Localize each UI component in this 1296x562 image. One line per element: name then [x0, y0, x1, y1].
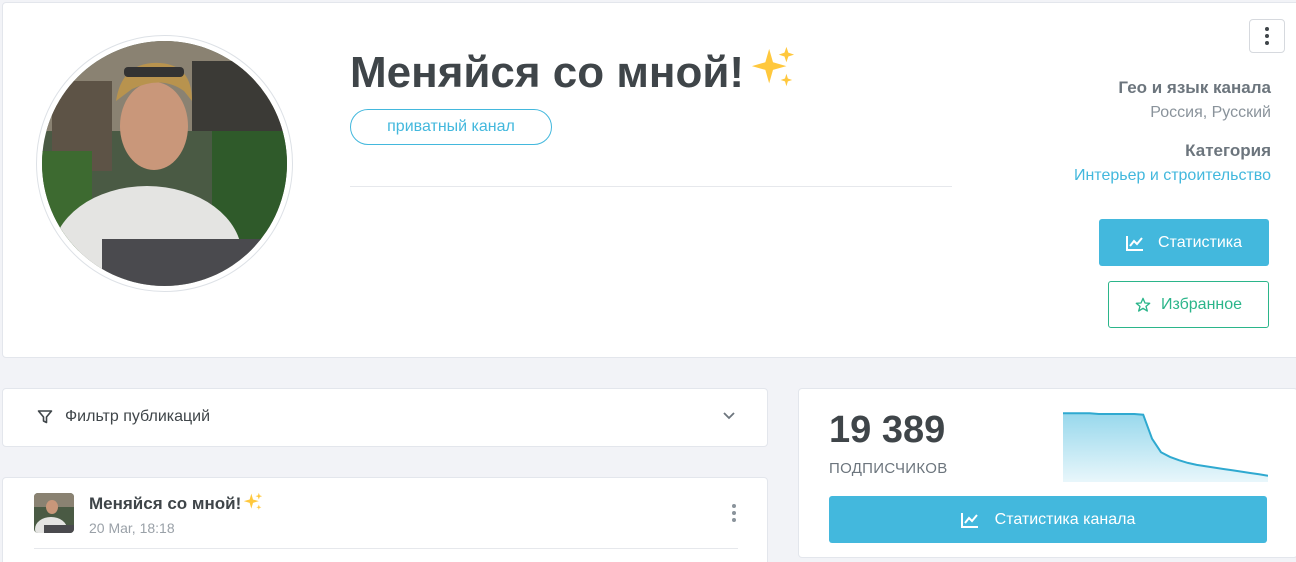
post-date: 20 Mar, 18:18	[89, 520, 175, 536]
category-link[interactable]: Интерьер и строительство	[1074, 167, 1271, 185]
divider	[34, 548, 738, 549]
publication-filter[interactable]: Фильтр публикаций	[2, 388, 768, 447]
chart-line-icon	[1125, 235, 1143, 251]
chart-line-icon	[960, 512, 978, 528]
divider	[350, 186, 952, 187]
post-title-text: Меняйся со мной!	[89, 494, 242, 513]
channel-title-text: Меняйся со мной!	[350, 48, 745, 97]
favorite-button-label: Избранное	[1160, 295, 1243, 313]
chevron-down-icon[interactable]	[721, 407, 737, 423]
channel-header-card: Меняйся со мной! приватный канал Гео и я…	[2, 2, 1296, 358]
star-icon	[1135, 297, 1151, 312]
geo-label: Гео и язык канала	[1118, 78, 1271, 97]
channel-menu-button[interactable]	[1249, 19, 1285, 53]
statistics-button-label: Статистика	[1157, 233, 1243, 251]
subscribers-sparkline	[1063, 412, 1268, 482]
post-title[interactable]: Меняйся со мной!	[89, 492, 263, 514]
geo-section: Гео и язык канала Россия, Русский	[1118, 78, 1271, 122]
channel-statistics-label: Статистика канала	[994, 510, 1136, 528]
sparkles-icon	[244, 492, 263, 510]
post-card: Меняйся со мной! 20 Mar, 18:18	[2, 477, 768, 562]
category-label: Категория	[1185, 141, 1271, 160]
post-menu-button[interactable]	[729, 504, 739, 526]
post-avatar	[34, 493, 74, 533]
sparkles-icon	[751, 46, 795, 87]
subscriber-label: ПОДПИСЧИКОВ	[829, 460, 948, 477]
private-channel-badge: приватный канал	[350, 109, 552, 145]
filter-label: Фильтр публикаций	[65, 408, 211, 425]
channel-statistics-button[interactable]: Статистика канала	[829, 496, 1267, 543]
channel-title: Меняйся со мной!	[350, 45, 796, 98]
avatar-photo	[42, 41, 287, 286]
statistics-button[interactable]: Статистика	[1099, 219, 1269, 266]
subscribers-card: 19 389 ПОДПИСЧИКОВ Статистика канала	[798, 388, 1296, 558]
channel-avatar	[36, 35, 293, 292]
category-section: Категория Интерьер и строительство	[1074, 141, 1271, 185]
favorite-button[interactable]: Избранное	[1108, 281, 1269, 328]
subscriber-count: 19 389	[829, 409, 946, 451]
more-vertical-icon	[1265, 27, 1269, 45]
geo-value: Россия, Русский	[1150, 104, 1271, 121]
filter-icon	[37, 410, 53, 424]
